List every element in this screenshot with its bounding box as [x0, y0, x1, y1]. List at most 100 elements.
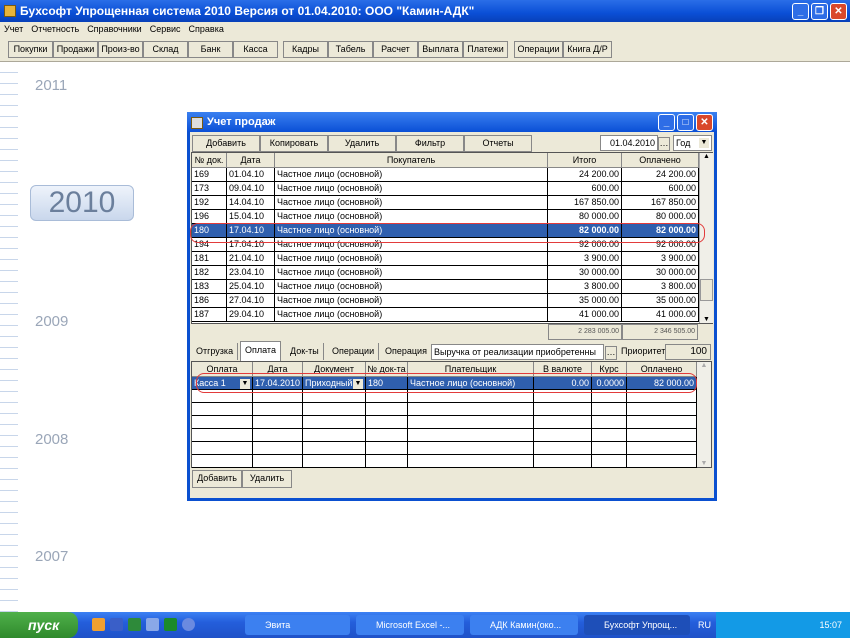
scroll-down-icon[interactable]: ▼	[700, 316, 713, 323]
table-cell: 3 800.00	[622, 280, 699, 294]
restore-button[interactable]: ❐	[811, 3, 828, 20]
reports-button[interactable]: Отчеты	[464, 135, 532, 152]
toolbar-prodazhi[interactable]: Продажи	[53, 41, 98, 58]
quicklaunch-icon[interactable]	[92, 618, 105, 631]
language-indicator[interactable]: RU	[698, 612, 711, 638]
delete-button[interactable]: Удалить	[328, 135, 396, 152]
toolbar-tabel[interactable]: Табель	[328, 41, 373, 58]
toolbar-vyplata[interactable]: Выплата	[418, 41, 463, 58]
payment-cell	[592, 455, 627, 468]
toolbar-bank[interactable]: Банк	[188, 41, 233, 58]
toolbar-raschet[interactable]: Расчет	[373, 41, 418, 58]
scroll-up-icon[interactable]: ▲	[700, 153, 713, 167]
table-cell: 29.04.10	[227, 308, 275, 322]
copy-button[interactable]: Копировать	[260, 135, 328, 152]
tab-otgruzka[interactable]: Отгрузка	[192, 343, 238, 360]
filter-button[interactable]: Фильтр	[396, 135, 464, 152]
payment-delete-button[interactable]: Удалить	[242, 470, 292, 488]
priority-label: Приоритет	[617, 343, 669, 360]
close-button[interactable]: ✕	[830, 3, 847, 20]
toolbar-kniga[interactable]: Книга Д/Р	[563, 41, 612, 58]
menu-uchet[interactable]: Учет	[4, 24, 23, 34]
excel-icon[interactable]	[128, 618, 141, 631]
ie-icon[interactable]	[146, 618, 159, 631]
payment-add-button[interactable]: Добавить	[192, 470, 242, 488]
toolbar-sklad[interactable]: Склад	[143, 41, 188, 58]
dialog-minimize-button[interactable]: _	[658, 114, 675, 131]
column-header[interactable]: № док.	[192, 153, 227, 168]
toolbar-kadry[interactable]: Кадры	[283, 41, 328, 58]
task-adk[interactable]: АДК Камин(око...	[470, 615, 578, 635]
scroll-up-icon[interactable]: ▲	[697, 362, 711, 369]
table-cell: 3 900.00	[548, 252, 622, 266]
table-cell: 167 850.00	[548, 196, 622, 210]
year-2010-selected[interactable]: 2010	[30, 185, 134, 221]
payment-cell	[366, 403, 408, 416]
column-header[interactable]: Дата	[227, 153, 275, 168]
tab-operacii[interactable]: Операции	[328, 343, 379, 360]
payment-cell	[534, 442, 592, 455]
scroll-thumb[interactable]	[700, 279, 713, 301]
media-icon[interactable]	[182, 618, 195, 631]
payment-cell	[366, 416, 408, 429]
payment-cell	[592, 403, 627, 416]
toolbar-kassa[interactable]: Касса	[233, 41, 278, 58]
chevron-down-icon: ▼	[699, 138, 709, 148]
toolbar-proizvo[interactable]: Произ-во	[98, 41, 143, 58]
app-icon	[4, 5, 16, 17]
dialog-maximize-button[interactable]: □	[677, 114, 694, 131]
payment-cell	[534, 455, 592, 468]
payment-cell	[303, 416, 366, 429]
start-button[interactable]: пуск	[0, 612, 78, 638]
year-2008[interactable]: 2008	[35, 431, 68, 448]
table-cell: 187	[192, 308, 227, 322]
menu-spravka[interactable]: Справка	[189, 24, 224, 34]
clock: 15:07	[819, 620, 842, 630]
date-picker-button[interactable]: …	[658, 137, 670, 151]
dialog-title: Учет продаж	[207, 116, 275, 128]
tab-dokty[interactable]: Док-ты	[286, 343, 324, 360]
table-cell: 181	[192, 252, 227, 266]
toolbar-pokupki[interactable]: Покупки	[8, 41, 53, 58]
tab-oplata[interactable]: Оплата	[240, 341, 281, 361]
table-cell: 183	[192, 280, 227, 294]
toolbar-operacii[interactable]: Операции	[514, 41, 563, 58]
column-header[interactable]: Итого	[548, 153, 622, 168]
operation-field[interactable]: Выручка от реализации приобретенны	[431, 344, 604, 360]
year-2009[interactable]: 2009	[35, 313, 68, 330]
payment-cell	[534, 429, 592, 442]
task-excel[interactable]: Microsoft Excel -...	[356, 615, 464, 635]
word-icon[interactable]	[110, 618, 123, 631]
date-field[interactable]: 01.04.2010	[600, 135, 658, 151]
operation-picker-button[interactable]: …	[605, 346, 617, 360]
payment-cell	[408, 455, 534, 468]
year-2007[interactable]: 2007	[35, 548, 68, 565]
payment-cell	[534, 416, 592, 429]
table-cell: 15.04.10	[227, 210, 275, 224]
table-cell: 192	[192, 196, 227, 210]
total-itogo: 2 283 005.00	[548, 324, 622, 340]
toolbar-platezhi[interactable]: Платежи	[463, 41, 508, 58]
task-buhsoft[interactable]: Бухсофт Упрощ...	[584, 615, 690, 635]
year-2011[interactable]: 2011	[35, 77, 67, 94]
table-cell: 3 800.00	[548, 280, 622, 294]
payment-cell	[253, 455, 303, 468]
menu-spravochniki[interactable]: Справочники	[87, 24, 142, 34]
payment-cell	[192, 429, 253, 442]
menu-servis[interactable]: Сервис	[150, 24, 181, 34]
column-header[interactable]: Оплачено	[622, 153, 699, 168]
dialog-close-button[interactable]: ✕	[696, 114, 713, 131]
task-evita[interactable]: Эвита	[245, 615, 350, 635]
add-button[interactable]: Добавить	[192, 135, 260, 152]
payment-cell	[303, 442, 366, 455]
period-select[interactable]: Год▼	[673, 135, 712, 151]
scroll-down-icon[interactable]: ▼	[697, 460, 711, 467]
column-header[interactable]: Покупатель	[275, 153, 548, 168]
payments-scrollbar[interactable]: ▲▼	[697, 362, 711, 467]
app-icon[interactable]	[164, 618, 177, 631]
payment-cell	[366, 455, 408, 468]
payment-cell	[627, 442, 697, 455]
minimize-button[interactable]: _	[792, 3, 809, 20]
menu-otchetnost[interactable]: Отчетность	[31, 24, 79, 34]
priority-field[interactable]: 100	[665, 344, 711, 360]
